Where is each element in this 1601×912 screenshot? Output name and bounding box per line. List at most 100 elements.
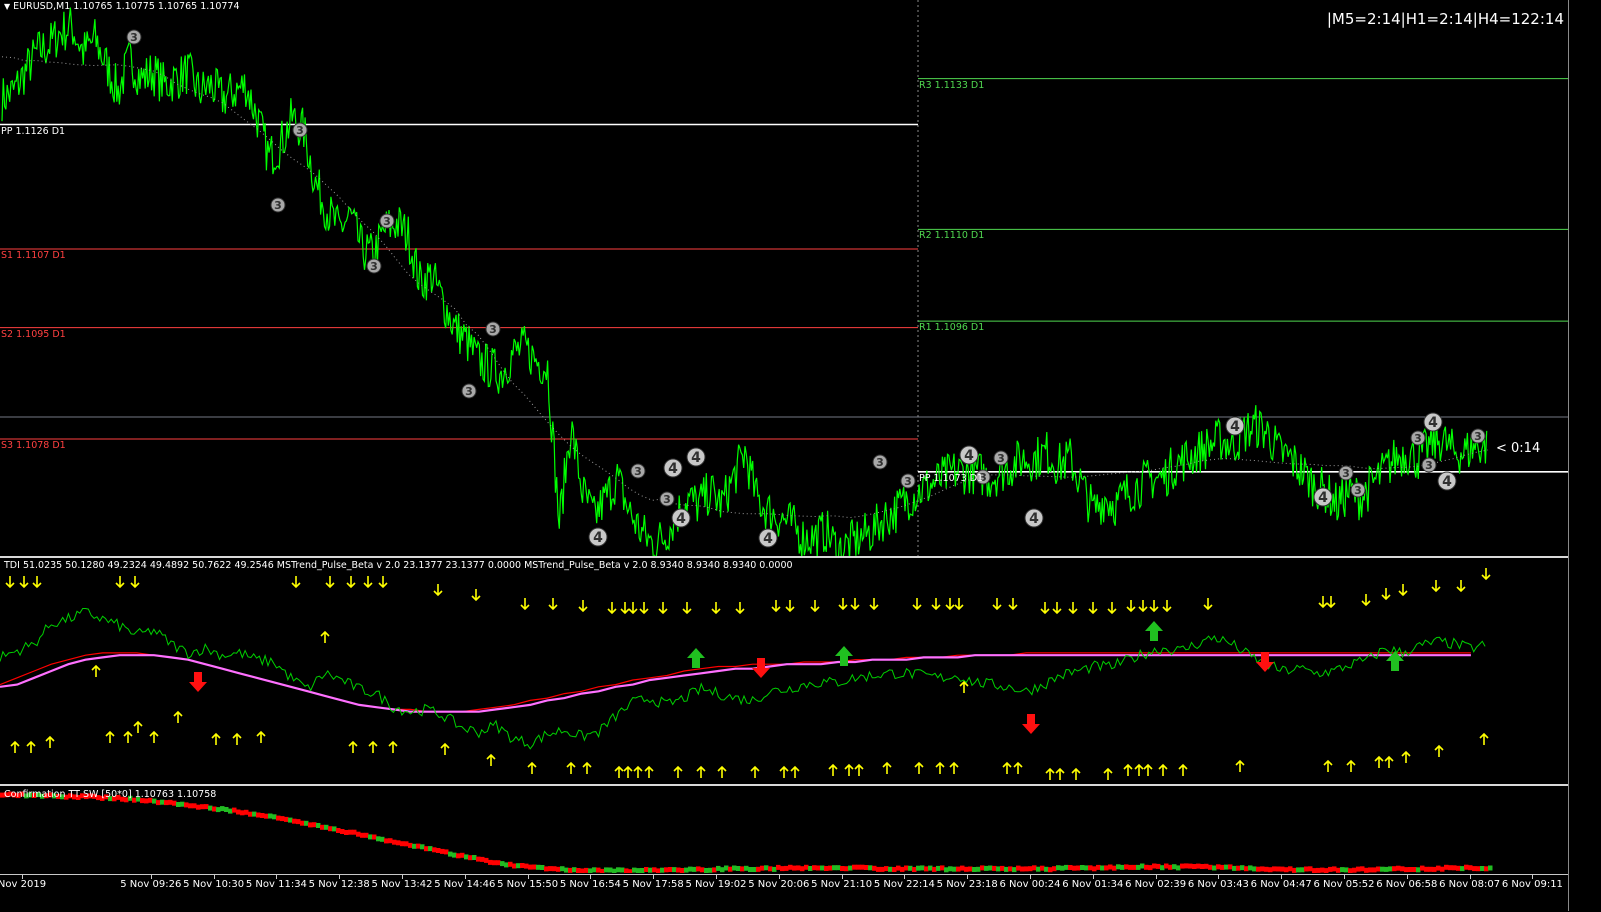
pane-separator[interactable] <box>0 784 1568 786</box>
confirmation-bar <box>1288 866 1293 872</box>
arrow-up-icon <box>1434 744 1444 757</box>
wave-count-label: 4 <box>1442 474 1452 490</box>
price-chart-pane[interactable]: 33333334334444334334443334343 ▼ EURUSD,M1… <box>0 0 1568 557</box>
confirmation-bar <box>1252 866 1257 872</box>
wave-count-label: 4 <box>1230 419 1240 435</box>
confirmation-bar <box>748 867 753 872</box>
confirmation-bar <box>512 863 517 869</box>
arrow-down-icon <box>945 598 955 611</box>
confirmation-bar <box>1212 865 1217 871</box>
confirmation-bar <box>352 829 357 835</box>
confirmation-bar <box>300 820 305 826</box>
arrow-down-icon <box>1088 602 1098 615</box>
confirmation-bar <box>848 865 853 871</box>
candle-timer-label: |M5=2:14|H1=2:14|H4=122:14 <box>1326 10 1564 28</box>
pivot-level-label: R1 1.1096 D1 <box>919 322 985 334</box>
pivot-level-label: S1 1.1107 D1 <box>1 250 66 261</box>
confirmation-bar <box>404 841 409 847</box>
arrow-up-icon <box>1178 763 1188 776</box>
confirmation-bar <box>644 867 649 872</box>
confirmation-bar <box>1144 864 1149 870</box>
confirmation-bar <box>704 868 709 873</box>
confirmation-bar <box>648 867 653 873</box>
confirmation-indicator-pane[interactable]: Confirmation TT SW [50*0] 1.10763 1.1075… <box>0 787 1568 873</box>
time-tick-label: 6 Nov 01:34 <box>1062 879 1124 890</box>
confirmation-bar <box>1036 866 1041 872</box>
arrow-up-icon <box>1055 767 1065 780</box>
confirmation-bar <box>744 865 749 871</box>
confirmation-bar <box>316 823 321 828</box>
confirmation-bar <box>1012 867 1017 873</box>
confirmation-bar <box>1324 868 1329 873</box>
confirmation-bar <box>916 865 921 871</box>
arrow-down-icon <box>1361 594 1371 607</box>
tdi-indicator-pane[interactable]: TDI 51.0235 50.1280 49.2324 49.4892 50.7… <box>0 558 1568 784</box>
arrow-down-icon <box>32 576 42 589</box>
arrow-down-icon <box>5 576 15 589</box>
confirmation-bar <box>812 865 817 871</box>
confirmation-bar <box>1232 865 1237 871</box>
confirmation-bar <box>312 822 317 828</box>
confirmation-bar <box>1168 864 1173 870</box>
confirmation-bar <box>264 813 269 819</box>
arrow-down-icon <box>1481 568 1491 581</box>
confirmation-bar <box>432 847 437 853</box>
confirmation-bar <box>676 867 681 873</box>
arrow-down-icon <box>912 598 922 611</box>
chevron-down-icon[interactable]: ▼ <box>4 2 10 11</box>
wave-count-label: 3 <box>296 124 304 137</box>
confirmation-bar <box>800 866 805 872</box>
confirmation-bar <box>272 814 277 820</box>
confirmation-bar <box>1272 866 1277 872</box>
confirmation-bar <box>464 854 469 860</box>
arrow-up-icon <box>1401 750 1411 763</box>
arrow-down-icon <box>1126 600 1136 613</box>
confirmation-bar <box>1172 864 1177 870</box>
confirmation-bar <box>192 803 197 809</box>
time-tick-label: Nov 2019 <box>0 879 47 890</box>
confirmation-bar <box>568 867 573 873</box>
confirmation-bar <box>416 843 421 849</box>
arrow-down-icon <box>1203 598 1213 611</box>
confirmation-bar <box>1196 863 1201 869</box>
confirmation-bar <box>960 865 965 871</box>
confirmation-bar <box>256 812 261 818</box>
time-tick-label: 6 Nov 08:07 <box>1439 879 1501 890</box>
arrow-up-icon <box>211 732 221 745</box>
confirmation-bar <box>968 866 973 872</box>
arrow-up-icon <box>1235 759 1245 772</box>
confirmation-bar <box>180 801 185 807</box>
confirmation-bar <box>284 816 289 822</box>
confirmation-bar <box>380 836 385 842</box>
confirmation-bar <box>1064 864 1069 870</box>
confirmation-bar <box>928 865 933 871</box>
arrow-down-icon <box>1318 596 1328 609</box>
confirmation-bar <box>668 867 673 872</box>
confirmation-bar <box>1388 866 1393 872</box>
arrow-down-icon <box>628 602 638 615</box>
tdi-signal-line <box>0 652 1471 713</box>
confirmation-bar <box>204 804 209 810</box>
arrow-up-icon <box>623 765 633 778</box>
confirmation-bar <box>1116 864 1121 870</box>
arrow-up-icon <box>486 753 496 766</box>
confirmation-bar <box>1148 865 1153 871</box>
confirmation-bar <box>1292 867 1297 873</box>
arrow-up-icon <box>388 740 398 753</box>
confirmation-bar <box>1416 867 1421 873</box>
price-scale[interactable] <box>1568 0 1601 911</box>
arrow-down-icon <box>548 598 558 611</box>
confirmation-bar <box>1264 866 1269 872</box>
confirmation-bar <box>1236 865 1241 871</box>
arrow-down-icon <box>1138 600 1148 613</box>
wave-count-label: 3 <box>1414 432 1422 445</box>
arrow-up-icon <box>1323 759 1333 772</box>
wave-count-label: 4 <box>1318 490 1328 506</box>
confirmation-bar <box>244 809 249 815</box>
confirmation-bar <box>784 865 789 871</box>
arrow-up-icon <box>828 763 838 776</box>
confirmation-bar <box>828 865 833 871</box>
wave-count-label: 4 <box>593 530 603 546</box>
confirmation-bar <box>156 800 161 806</box>
confirmation-bar <box>932 866 937 872</box>
